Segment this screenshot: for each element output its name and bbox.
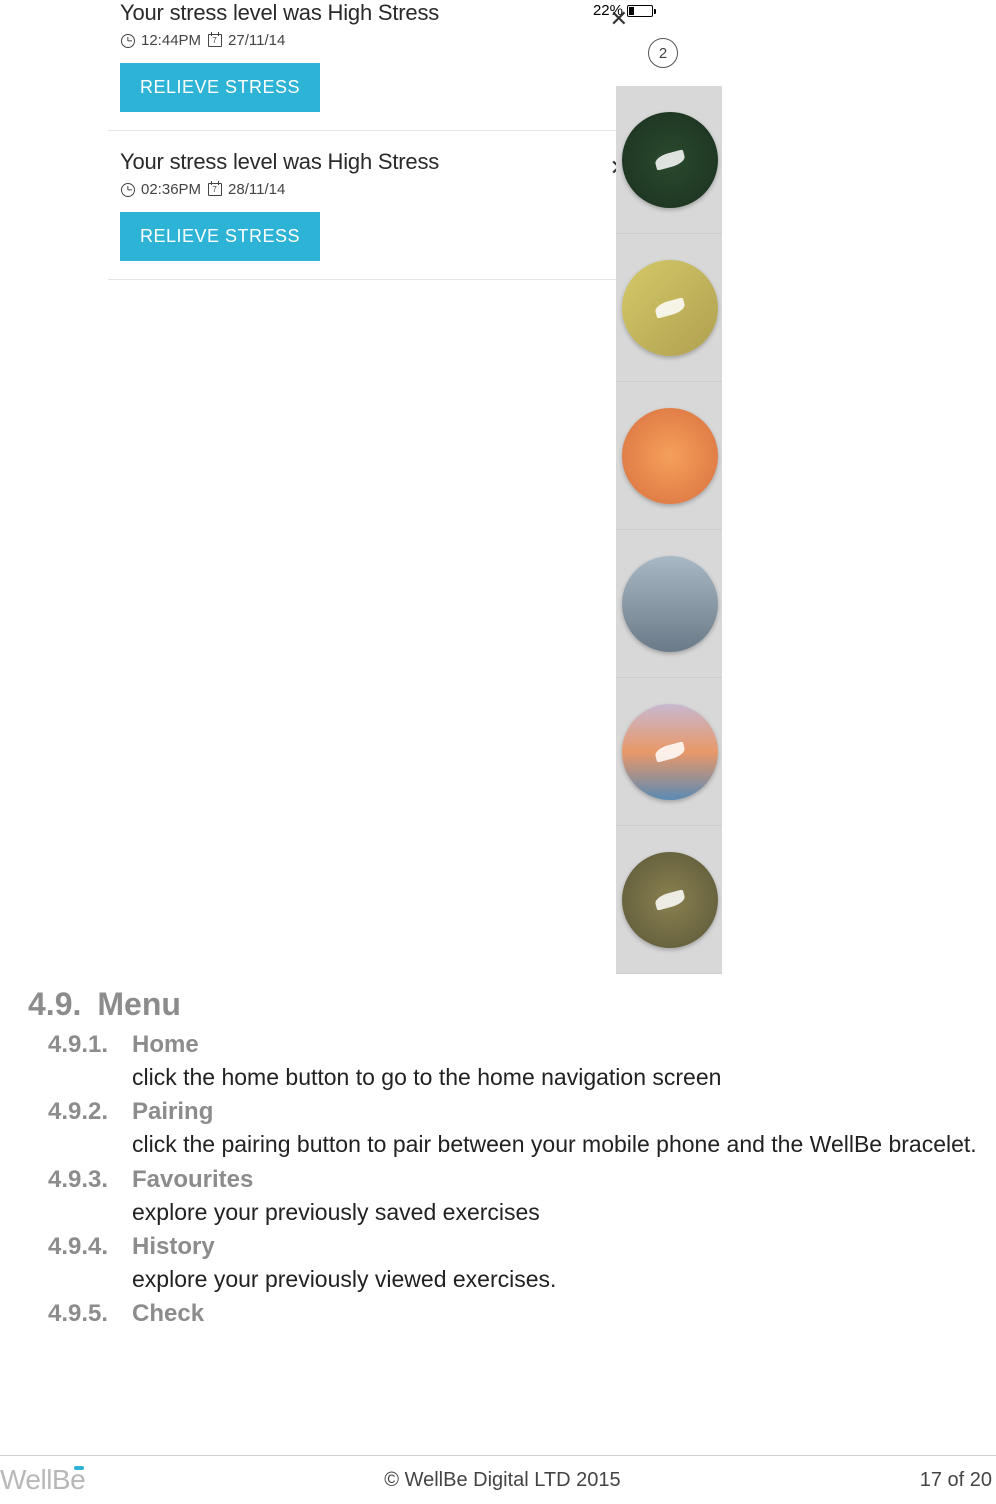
document-body: 4.9. Menu 4.9.1. Home click the home but… [28,986,996,1328]
section-title: Menu [97,986,181,1023]
subsection-number: 4.9.1. [48,1031,118,1059]
exercise-thumbnail [622,260,718,356]
section-number: 4.9. [28,986,81,1023]
copyright: © WellBe Digital LTD 2015 [384,1469,620,1492]
subsection-title: Check [132,1300,204,1328]
close-icon[interactable]: ✕ [610,8,628,30]
body-text: click the home button to go to the home … [132,1061,986,1094]
notification-meta: 12:44PM 27/11/14 [120,32,626,49]
subsection-title: Pairing [132,1098,213,1126]
body-text: click the pairing button to pair between… [132,1128,986,1161]
clock-icon [120,182,135,197]
subsection-number: 4.9.4. [48,1233,118,1261]
list-item[interactable] [616,86,722,234]
notification-date: 28/11/14 [228,181,285,198]
app-screenshot: 22% 2 ✕ Your stress level was High Stres… [108,0,638,978]
calendar-icon [207,33,222,48]
body-text: explore your previously viewed exercises… [132,1263,986,1296]
relieve-stress-button[interactable]: RELIEVE STRESS [120,212,320,261]
list-item[interactable] [616,530,722,678]
exercise-thumbnails [616,86,722,974]
page-number: 17 of 20 [920,1469,992,1492]
notification-card: ✕ Your stress level was High Stress 02:3… [108,149,638,280]
subsection-number: 4.9.2. [48,1098,118,1126]
notification-title: Your stress level was High Stress [120,149,626,175]
page-footer: WellBe © WellBe Digital LTD 2015 17 of 2… [0,1455,996,1496]
exercise-thumbnail [622,408,718,504]
subsection-number: 4.9.5. [48,1300,118,1328]
list-item[interactable] [616,234,722,382]
notification-time: 12:44PM [141,32,201,49]
exercise-thumbnail [622,852,718,948]
notification-meta: 02:36PM 28/11/14 [120,181,626,198]
notification-count-badge[interactable]: 2 [648,38,678,68]
relieve-stress-button[interactable]: RELIEVE STRESS [120,63,320,112]
notification-title: Your stress level was High Stress [120,0,626,26]
subsection-title: Home [132,1031,199,1059]
list-item[interactable] [616,826,722,974]
exercise-thumbnail [622,704,718,800]
calendar-icon [207,182,222,197]
clock-icon [120,33,135,48]
notification-date: 27/11/14 [228,32,285,49]
subsection-title: Favourites [132,1166,253,1194]
exercise-thumbnail [622,112,718,208]
subsection-number: 4.9.3. [48,1166,118,1194]
list-item[interactable] [616,382,722,530]
list-item[interactable] [616,678,722,826]
subsection-title: History [132,1233,215,1261]
body-text: explore your previously saved exercises [132,1196,986,1229]
exercise-thumbnail [622,556,718,652]
notification-card: ✕ Your stress level was High Stress 12:4… [108,0,638,131]
notification-time: 02:36PM [141,181,201,198]
logo: WellBe [0,1464,85,1496]
